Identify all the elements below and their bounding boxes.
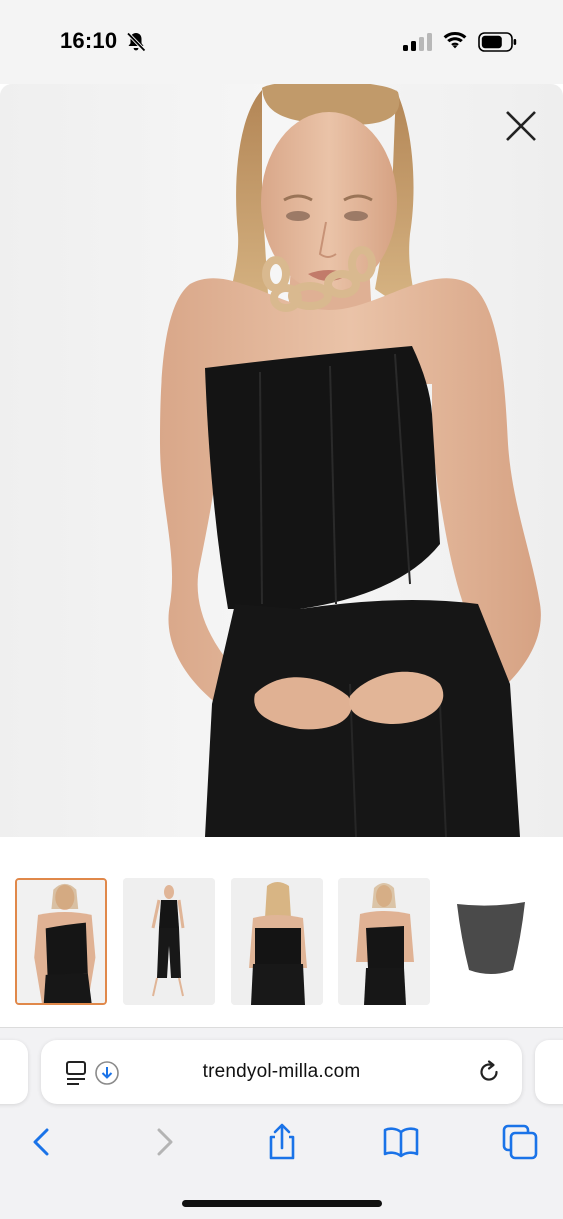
thumbnail-image xyxy=(17,880,105,1003)
thumbnail-product-flat[interactable] xyxy=(445,878,537,1005)
next-tab-preview[interactable] xyxy=(535,1040,563,1104)
browser-bottom-bar: trendyol-milla.com xyxy=(0,1027,563,1219)
back-chevron-icon xyxy=(33,1128,49,1156)
address-bar[interactable]: trendyol-milla.com xyxy=(41,1040,522,1104)
forward-chevron-icon xyxy=(157,1128,173,1156)
share-icon xyxy=(269,1123,295,1160)
thumbnail-full-body[interactable] xyxy=(123,878,215,1005)
tabs-button[interactable] xyxy=(500,1122,540,1162)
bookmarks-icon xyxy=(383,1127,419,1158)
thumbnail-side-front[interactable] xyxy=(338,878,430,1005)
close-icon xyxy=(506,111,536,141)
reload-icon[interactable] xyxy=(476,1059,502,1085)
status-time: 16:10 xyxy=(60,28,118,53)
product-photo xyxy=(0,84,563,837)
thumbnail-front-closeup[interactable] xyxy=(15,878,107,1005)
forward-button[interactable] xyxy=(144,1122,184,1162)
back-button[interactable] xyxy=(22,1122,62,1162)
bookmarks-button[interactable] xyxy=(381,1122,421,1162)
thumbnail-back-view[interactable] xyxy=(231,878,323,1005)
thumbnail-strip xyxy=(0,837,563,1027)
thumbnail-image xyxy=(123,878,215,1005)
thumbnail-image xyxy=(231,878,323,1005)
battery-icon xyxy=(478,32,517,52)
status-bar: 16:10 xyxy=(0,0,563,84)
thumbnail-image xyxy=(445,878,537,1005)
cellular-signal-icon xyxy=(403,33,432,51)
bell-slash-icon xyxy=(126,32,146,52)
previous-tab-preview[interactable] xyxy=(0,1040,28,1104)
url-text: trendyol-milla.com xyxy=(202,1061,361,1082)
tabs-icon xyxy=(502,1124,538,1160)
thumbnail-image xyxy=(338,878,430,1005)
home-indicator xyxy=(182,1200,382,1207)
wifi-icon xyxy=(443,32,467,49)
close-button[interactable] xyxy=(501,106,541,146)
product-image-viewer[interactable] xyxy=(0,84,563,837)
share-button[interactable] xyxy=(262,1122,302,1162)
